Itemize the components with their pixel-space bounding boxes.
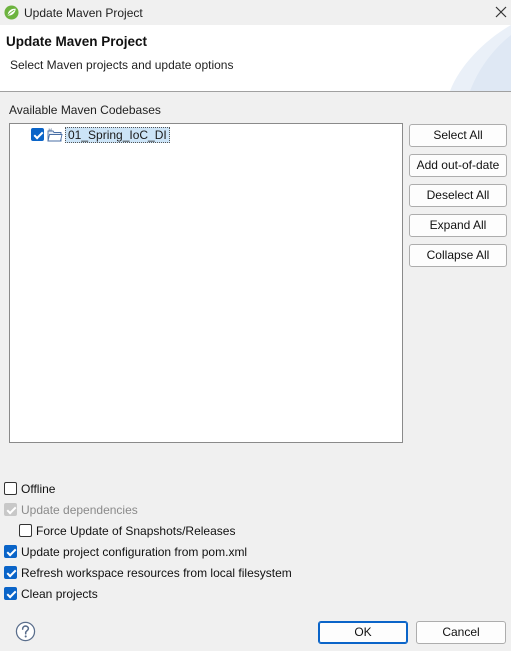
svg-text:M: M (49, 128, 52, 132)
force-update-option[interactable]: Force Update of Snapshots/Releases (19, 522, 235, 539)
header-banner-graphic (450, 25, 511, 91)
clean-projects-label: Clean projects (21, 586, 98, 601)
update-config-checkbox[interactable] (4, 545, 17, 558)
collapse-all-button[interactable]: Collapse All (409, 244, 507, 267)
update-config-option[interactable]: Update project configuration from pom.xm… (4, 543, 247, 560)
ok-button[interactable]: OK (318, 621, 408, 644)
title-bar: Update Maven Project (0, 0, 511, 25)
force-update-label: Force Update of Snapshots/Releases (36, 523, 236, 538)
refresh-workspace-checkbox[interactable] (4, 566, 17, 579)
update-dependencies-option: Update dependencies (4, 501, 138, 518)
maven-project-folder-icon: M (47, 128, 63, 141)
clean-projects-checkbox[interactable] (4, 587, 17, 600)
header-subtitle: Select Maven projects and update options (10, 58, 234, 72)
offline-label: Offline (21, 481, 56, 496)
update-dependencies-label: Update dependencies (21, 502, 138, 517)
window-title: Update Maven Project (24, 6, 143, 20)
project-label: 01_Spring_IoC_DI (65, 126, 170, 143)
update-dependencies-checkbox (4, 503, 17, 516)
cancel-button[interactable]: Cancel (416, 621, 506, 644)
select-all-button[interactable]: Select All (409, 124, 507, 147)
expand-all-button[interactable]: Expand All (409, 214, 507, 237)
tree-item-project[interactable]: M 01_Spring_IoC_DI (31, 126, 170, 143)
refresh-workspace-option[interactable]: Refresh workspace resources from local f… (4, 564, 292, 581)
help-icon[interactable] (15, 621, 36, 642)
deselect-all-button[interactable]: Deselect All (409, 184, 507, 207)
force-update-checkbox[interactable] (19, 524, 32, 537)
refresh-workspace-label: Refresh workspace resources from local f… (21, 565, 292, 580)
clean-projects-option[interactable]: Clean projects (4, 585, 98, 602)
header-title: Update Maven Project (6, 34, 148, 49)
header-separator (0, 91, 511, 92)
offline-option[interactable]: Offline (4, 480, 55, 497)
spring-leaf-icon (4, 5, 19, 20)
codebases-tree[interactable]: M 01_Spring_IoC_DI (9, 123, 403, 443)
close-icon[interactable] (493, 4, 509, 20)
codebases-label: Available Maven Codebases (9, 103, 161, 117)
offline-checkbox[interactable] (4, 482, 17, 495)
update-config-label: Update project configuration from pom.xm… (21, 544, 248, 559)
add-out-of-date-button[interactable]: Add out-of-date (409, 154, 507, 177)
dialog-header: Update Maven Project Select Maven projec… (0, 25, 511, 91)
project-checkbox[interactable] (31, 128, 44, 141)
